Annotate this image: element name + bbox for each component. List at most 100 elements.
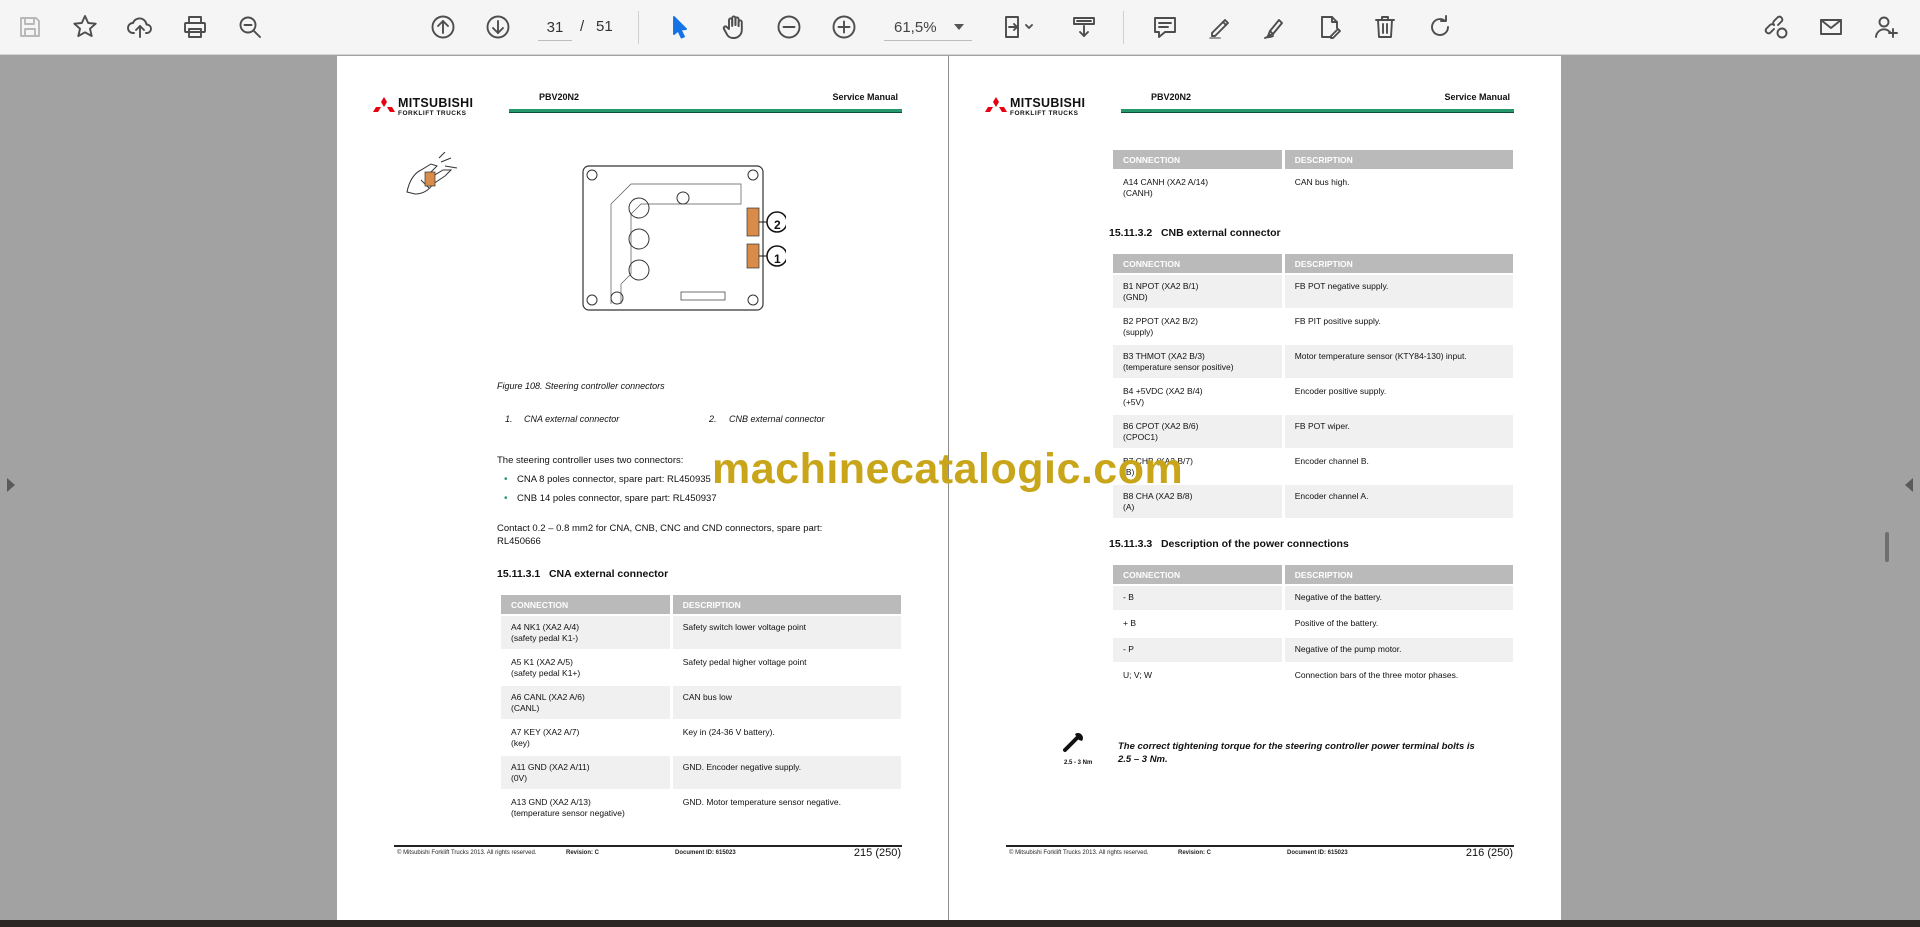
zoom-in-icon[interactable] [825,9,863,45]
table-header-connection: CONNECTION [1113,254,1282,273]
table-row: A7 KEY (XA2 A/7) (key) Key in (24-36 V bat… [511,727,775,748]
print-icon[interactable] [176,9,214,45]
table-row: B2 PPOT (XA2 B/2) (supply) FB PIT positive… [1123,316,1381,337]
footer-copyright: © Mitsubishi Forklift Trucks 2013. All r… [1009,850,1149,856]
logo-brand: MITSUBISHI [398,96,474,110]
header-title: Service Manual [832,92,898,102]
bullet-cnb: CNB 14 poles connector, spare part: RL45… [504,493,717,504]
contact-paragraph-line1: Contact 0.2 – 0.8 mm2 for CNA, CNB, CNC … [497,523,823,534]
table-row: + B Positive of the battery. [1123,618,1379,628]
zoom-out-icon[interactable] [770,9,808,45]
table-row: - B Negative of the battery. [1113,586,1513,610]
bookmark-star-icon[interactable] [66,9,104,45]
zoom-level-dropdown[interactable]: 61,5% [884,14,972,41]
search-zoom-icon[interactable] [231,9,269,45]
table-row: A4 NK1 (XA2 A/4) (safety pedal K1-) Safety… [501,616,901,649]
table-row: U; V; W Connection bars of the three moto… [1123,670,1459,680]
bullet-cna: CNA 8 poles connector, spare part: RL450… [504,474,711,485]
scrollbar-thumb[interactable] [1885,532,1889,562]
left-panel-toggle-icon[interactable] [7,478,15,492]
cna-continued-table: CONNECTION DESCRIPTION A14 CANH (XA2 A/14… [1110,148,1516,206]
footer-document-id: Document ID: 615023 [1287,850,1348,856]
table-row: A11 GND (XA2 A/11) (0V) GND. Encoder negat… [501,756,901,789]
page-number: 215 (250) [853,847,901,859]
user-account-icon[interactable] [1867,9,1905,45]
table-row: A13 GND (XA2 A/13) (temperature sensor ne… [511,797,841,818]
figure-caption: Figure 108. Steering controller connecto… [497,381,665,391]
legend-item-1: CNA external connector [524,414,620,424]
watermark-text: machinecatalogic.com [712,445,1184,493]
table-row: B3 THMOT (XA2 B/3) (temperature sensor po… [1113,345,1513,378]
legend-num-1: 1. [505,414,513,424]
cna-connector-table: CONNECTION DESCRIPTION A4 NK1 (XA2 A/4) (s… [498,593,904,826]
rotate-icon[interactable] [1421,9,1459,45]
page-number: 216 (250) [1465,847,1513,859]
table-row: A5 K1 (XA2 A/5) (safety pedal K1+) Safety … [511,657,807,678]
footer-rule [394,845,902,847]
page-number-input[interactable] [538,14,572,41]
footer-copyright: © Mitsubishi Forklift Trucks 2013. All r… [397,850,537,856]
legend-item-2: CNB external connector [729,414,825,424]
logo-subtitle: FORKLIFT TRUCKS [1010,110,1079,117]
cloud-upload-icon[interactable] [121,9,159,45]
table-header-description: DESCRIPTION [1284,565,1513,584]
section-title-cna: 15.11.3.1 CNA external connector [497,568,669,580]
save-icon[interactable] [11,9,49,45]
section-title-power: 15.11.3.3 Description of the power conne… [1109,538,1349,550]
page-separator: / [580,18,585,35]
toolbar-divider [1123,11,1124,44]
torque-wrench-icon [1063,733,1083,752]
legend-num-2: 2. [709,414,717,424]
next-page-icon[interactable] [479,9,517,45]
zoom-value: 61,5% [894,18,937,36]
table-header-description: DESCRIPTION [1284,254,1513,273]
hand-wrench-illustration [406,152,458,195]
table-header-connection: CONNECTION [1113,565,1282,584]
contact-paragraph-line2: RL450666 [497,536,541,547]
callout-1: 1 [774,252,781,266]
select-cursor-icon[interactable] [660,9,698,45]
table-row: A14 CANH (XA2 A/14) (CANH) CAN bus high. [1113,171,1513,204]
comment-icon[interactable] [1146,9,1184,45]
page-total: 51 [596,18,613,35]
steering-controller-drawing [582,165,786,311]
table-row: B1 NPOT (XA2 B/1) (GND) FB POT negative su… [1113,275,1513,308]
share-link-icon[interactable] [1757,9,1795,45]
chevron-down-icon [954,24,964,30]
table-row: B6 CPOT (XA2 B/6) (CPOC1) FB POT wiper. [1113,415,1513,448]
section-title-cnb: 15.11.3.2 CNB external connector [1109,227,1281,239]
mitsubishi-logo: MITSUBISHI FORKLIFT TRUCKS [373,96,473,117]
header-rule [509,109,902,113]
hand-tool-icon[interactable] [715,9,753,45]
table-header-connection: CONNECTION [501,595,670,614]
torque-label: 2.5 - 3 Nm [1064,760,1093,766]
toolbar-divider [638,11,639,44]
header-rule [1121,109,1514,113]
logo-brand: MITSUBISHI [1010,96,1086,110]
header-model: PBV20N2 [1151,92,1192,102]
scroll-mode-icon[interactable] [1065,9,1103,45]
table-header-description: DESCRIPTION [1284,150,1513,169]
logo-subtitle: FORKLIFT TRUCKS [398,110,467,117]
three-diamonds-icon [985,96,1007,112]
sign-icon[interactable] [1256,9,1294,45]
footer-rule [1006,845,1514,847]
pen-draw-icon[interactable] [1201,9,1239,45]
delete-trash-icon[interactable] [1366,9,1404,45]
table-header-connection: CONNECTION [1113,150,1282,169]
callout-2: 2 [774,218,781,232]
header-model: PBV20N2 [539,92,580,102]
email-envelope-icon[interactable] [1812,9,1850,45]
table-row: B4 +5VDC (XA2 B/4) (+5V) Encoder positive … [1123,386,1387,407]
right-panel-toggle-icon[interactable] [1905,478,1913,492]
page-fit-icon[interactable] [995,9,1041,45]
three-diamonds-icon [373,96,395,112]
taskbar-strip [0,920,1920,927]
table-row: - P Negative of the pump motor. [1113,638,1513,662]
toolbar: / 51 61,5% [0,0,1920,55]
previous-page-icon[interactable] [424,9,462,45]
intro-paragraph: The steering controller uses two connect… [497,455,684,466]
table-row: A6 CANL (XA2 A/6) (CANL) CAN bus low [501,686,901,719]
footer-document-id: Document ID: 615023 [675,850,736,856]
edit-pdf-icon[interactable] [1311,9,1349,45]
